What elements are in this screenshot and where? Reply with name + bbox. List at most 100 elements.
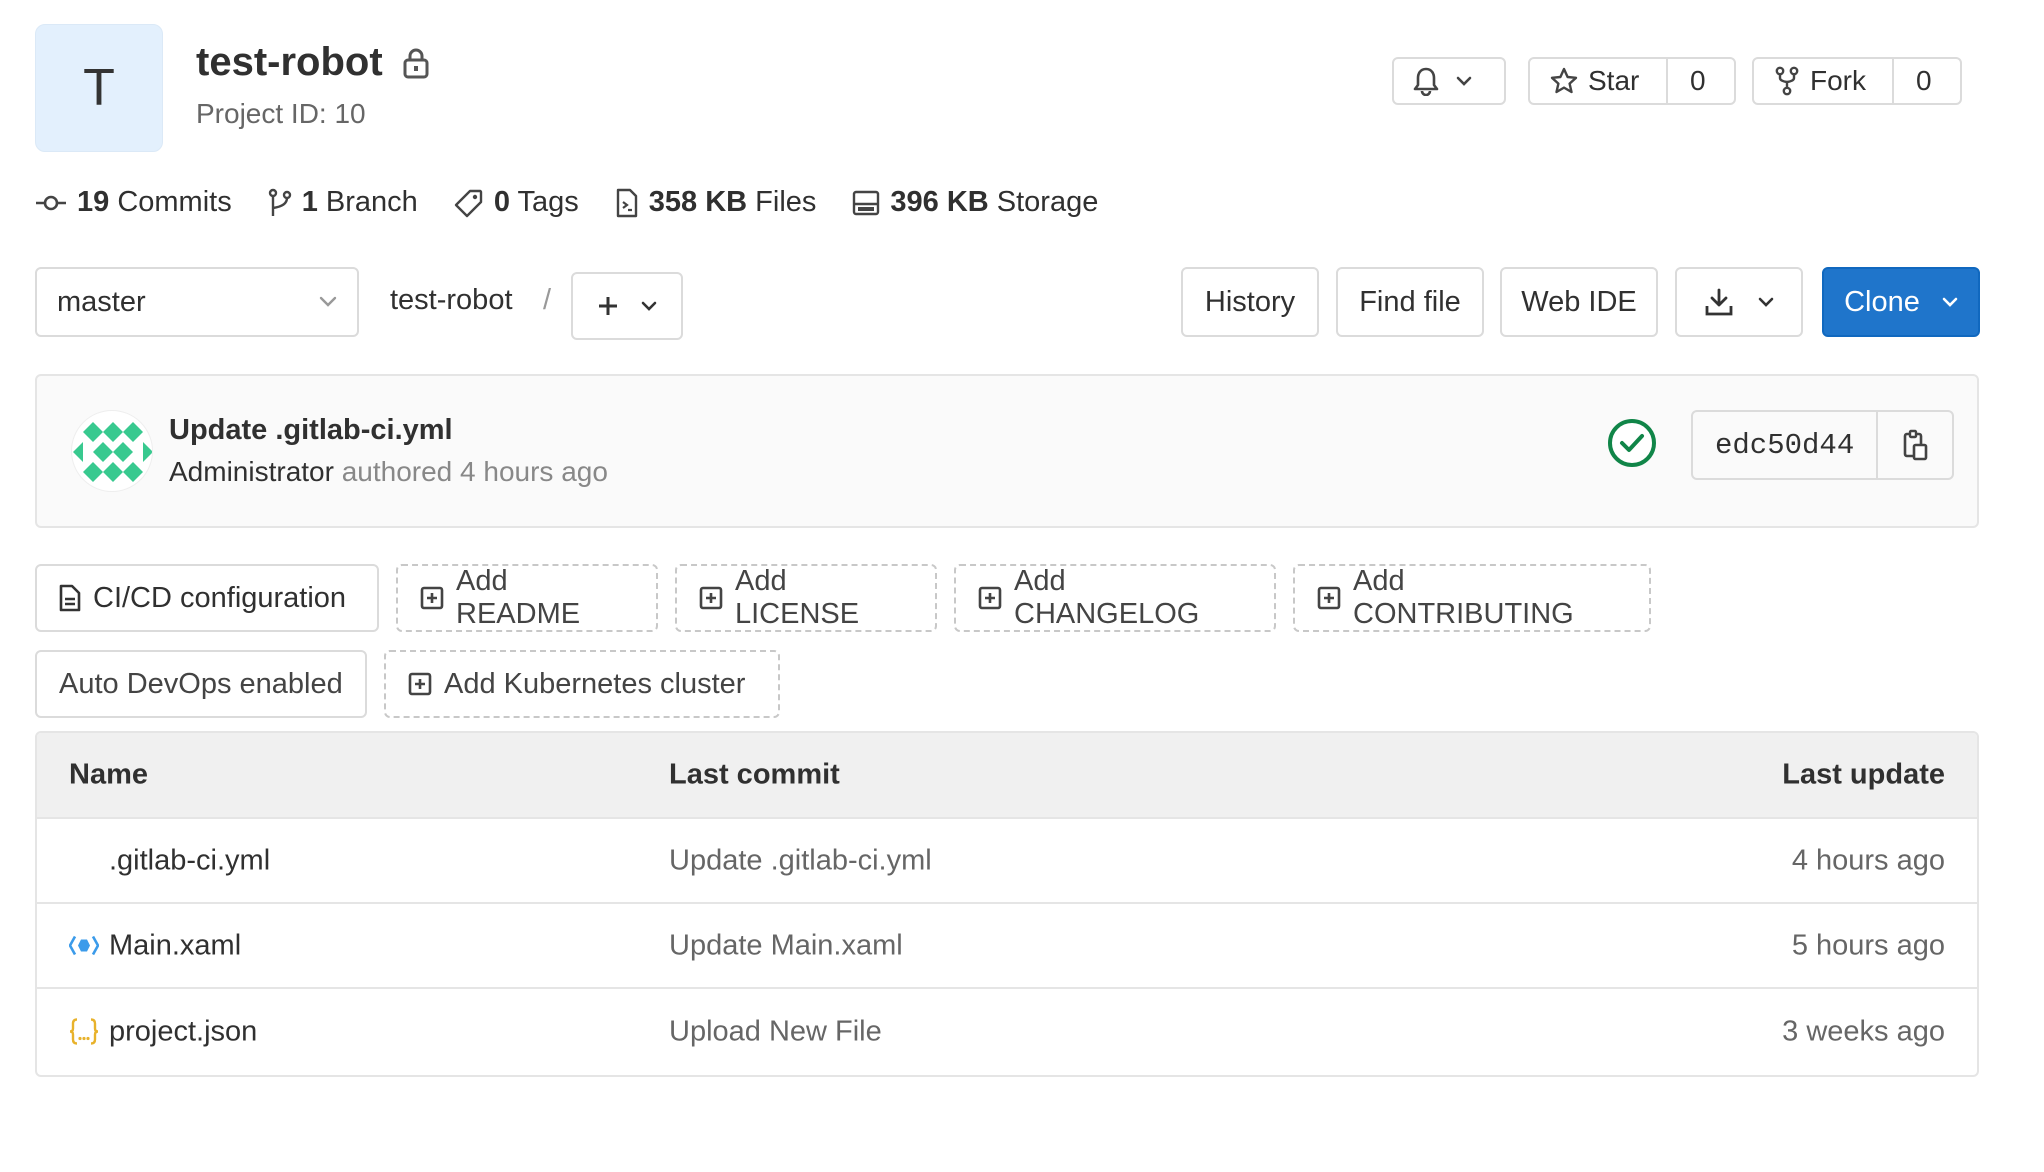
branch-selector[interactable]: master [35,267,359,337]
clone-dropdown[interactable]: Clone [1822,267,1980,337]
last-commit-panel: Update .gitlab-ci.yml Administrator auth… [35,374,1979,528]
identicon-icon [73,422,152,482]
fork-count[interactable]: 0 [1892,59,1954,103]
stat-value: 19 [77,186,110,218]
add-changelog-button[interactable]: Add CHANGELOG [954,564,1276,632]
quick-action-label: Add CONTRIBUTING [1353,565,1574,630]
chevron-down-icon [319,296,337,308]
add-kubernetes-cluster-button[interactable]: Add Kubernetes cluster [384,650,780,718]
file-name: project.json [109,1015,258,1047]
file-icon [615,188,639,218]
plus-square-icon [978,586,1002,610]
fork-icon [1774,66,1800,96]
stat-value: 1 [301,186,318,218]
stat-tags[interactable]: 0 Tags [454,186,579,219]
storage-icon [852,189,880,217]
stat-label: Tags [517,186,579,218]
quick-action-label: Auto DevOps enabled [59,667,343,700]
project-title[interactable]: test-robot [196,40,383,85]
column-header-last-update: Last update [1782,758,1945,791]
commit-icon [35,193,67,213]
chevron-down-icon [1758,297,1774,307]
plus-square-icon [420,586,444,610]
quick-action-label: Add README [456,565,581,630]
plus-square-icon [699,586,723,610]
breadcrumb-project[interactable]: test-robot [390,284,513,317]
commit-time: authored 4 hours ago [341,456,608,487]
stat-branches[interactable]: 1 Branch [268,186,418,219]
file-name-cell[interactable]: .gitlab-ci.yml [69,844,270,877]
quick-action-label: Add CHANGELOG [1014,565,1200,630]
plus-square-icon [408,672,432,696]
table-row[interactable]: .gitlab-ci.yml Update .gitlab-ci.yml 4 h… [37,819,1977,904]
pipeline-status-icon[interactable] [1607,418,1657,468]
lock-icon [403,47,429,79]
find-file-button[interactable]: Find file [1336,267,1484,337]
table-row[interactable]: project.json Upload New File 3 weeks ago [37,989,1977,1074]
plus-square-icon [1317,586,1341,610]
file-name: Main.xaml [109,929,242,961]
tag-icon [454,188,484,218]
star-button[interactable]: Star [1530,59,1666,103]
stat-value: 396 KB [890,186,989,218]
commit-title[interactable]: Update .gitlab-ci.yml [169,414,453,447]
project-avatar: T [35,24,163,152]
breadcrumb-separator: / [543,284,552,316]
fork-label: Fork [1810,65,1866,96]
file-name-cell[interactable]: project.json [69,1015,257,1048]
column-header-name: Name [69,758,148,791]
author-avatar[interactable] [71,410,153,492]
file-last-update: 4 hours ago [1791,844,1945,876]
stat-label: Files [755,186,817,218]
plus-icon [597,295,619,317]
stat-label: Storage [996,186,1099,218]
star-count[interactable]: 0 [1666,59,1728,103]
stat-value: 358 KB [648,186,748,218]
add-readme-button[interactable]: Add README [396,564,658,632]
notification-dropdown[interactable] [1392,57,1506,105]
download-dropdown[interactable] [1675,267,1803,337]
add-contributing-button[interactable]: Add CONTRIBUTING [1293,564,1651,632]
table-row[interactable]: Main.xaml Update Main.xaml 5 hours ago [37,904,1977,989]
copy-sha-button[interactable] [1876,412,1952,478]
clipboard-icon [1902,429,1928,461]
file-name: .gitlab-ci.yml [109,844,271,876]
clone-label: Clone [1844,285,1920,318]
cicd-configuration-button[interactable]: CI/CD configuration [35,564,379,632]
column-header-last-commit: Last commit [669,758,840,791]
yaml-icon [69,846,99,876]
commit-sha[interactable]: edc50d44 [1693,412,1876,478]
file-last-commit[interactable]: Update Main.xaml [669,929,903,962]
commit-sha-group: edc50d44 [1691,410,1955,480]
fork-button[interactable]: Fork [1754,59,1892,103]
add-to-tree-dropdown[interactable] [571,272,683,340]
chevron-down-icon [1942,297,1958,307]
file-tree-table: Name Last commit Last update .gitlab-ci.… [35,731,1979,1077]
table-header: Name Last commit Last update [37,733,1977,819]
json-icon [69,1018,99,1046]
stat-commits[interactable]: 19 Commits [35,186,232,219]
auto-devops-button[interactable]: Auto DevOps enabled [35,650,367,718]
download-icon [1704,287,1734,317]
file-icon [59,584,81,612]
file-name-cell[interactable]: Main.xaml [69,929,241,962]
file-last-update: 3 weeks ago [1782,1015,1945,1047]
file-last-commit[interactable]: Update .gitlab-ci.yml [669,844,932,877]
stat-files[interactable]: 358 KB Files [615,186,817,219]
star-label: Star [1588,65,1640,96]
branch-icon [268,188,292,218]
bell-icon [1412,66,1440,96]
file-last-commit[interactable]: Upload New File [669,1015,882,1048]
project-stats: 19 Commits 1 Branch 0 Tags 358 KB Files … [35,186,1134,219]
chevron-down-icon [1456,76,1472,86]
stat-label: Commits [117,186,232,218]
add-license-button[interactable]: Add LICENSE [675,564,937,632]
quick-action-label: Add Kubernetes cluster [444,667,746,700]
web-ide-button[interactable]: Web IDE [1500,267,1658,337]
branch-name: master [57,285,146,318]
quick-action-label: Add LICENSE [735,565,860,630]
history-button[interactable]: History [1181,267,1319,337]
xaml-icon [69,934,99,958]
stat-storage[interactable]: 396 KB Storage [852,186,1098,219]
commit-author[interactable]: Administrator [169,456,334,487]
